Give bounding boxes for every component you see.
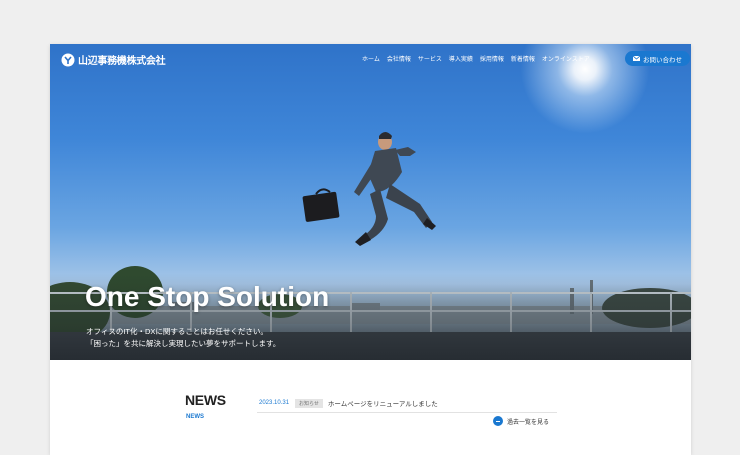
hero-section: 山辺事務機株式会社 ホーム 会社情報 サービス 導入実績 採用情報 新着情報 オ… — [50, 44, 691, 360]
news-title: ホームページをリニューアルしました — [327, 401, 438, 408]
nav-item-store[interactable]: オンラインストア — [542, 54, 590, 63]
news-list-item[interactable]: 2023.10.31 お知らせ ホームページをリニューアルしました — [257, 394, 557, 413]
arrow-circle-icon — [493, 416, 503, 426]
nav-item-news[interactable]: 新着情報 — [511, 54, 535, 63]
nav-item-home[interactable]: ホーム — [362, 54, 380, 63]
jumping-man — [302, 132, 436, 246]
logo-text: 山辺事務機株式会社 — [78, 56, 166, 67]
news-category-badge: お知らせ — [295, 398, 323, 408]
site-logo[interactable]: 山辺事務機株式会社 — [61, 52, 166, 67]
browser-page: 山辺事務機株式会社 ホーム 会社情報 サービス 導入実績 採用情報 新着情報 オ… — [50, 44, 691, 455]
contact-button[interactable]: お問い合わせ — [625, 51, 690, 66]
news-archive-label: 過去一覧を見る — [507, 419, 550, 426]
news-heading: NEWS — [185, 392, 226, 408]
mail-icon — [633, 56, 640, 61]
hero-subtitle-line-2: 「困った」を共に解決し実現したい夢をサポートします。 — [86, 339, 281, 348]
news-date: 2023.10.31 — [259, 400, 290, 406]
news-subheading: NEWS — [186, 414, 204, 420]
global-nav: ホーム 会社情報 サービス 導入実績 採用情報 新着情報 オンラインストア — [362, 54, 597, 63]
nav-item-results[interactable]: 導入実績 — [449, 54, 473, 63]
nav-item-recruit[interactable]: 採用情報 — [480, 54, 504, 63]
site-header: 山辺事務機株式会社 ホーム 会社情報 サービス 導入実績 採用情報 新着情報 オ… — [50, 44, 691, 74]
hero-subtitle-line-1: オフィスのIT化・DXに関することはお任せください。 — [86, 327, 268, 336]
nav-item-company[interactable]: 会社情報 — [387, 54, 411, 63]
hero-title: One Stop Solution — [85, 281, 330, 312]
nav-item-service[interactable]: サービス — [418, 54, 442, 63]
news-archive-link[interactable]: 過去一覧を見る — [493, 416, 549, 426]
contact-button-label: お問い合わせ — [643, 56, 682, 64]
logo-mark-icon — [61, 53, 75, 66]
